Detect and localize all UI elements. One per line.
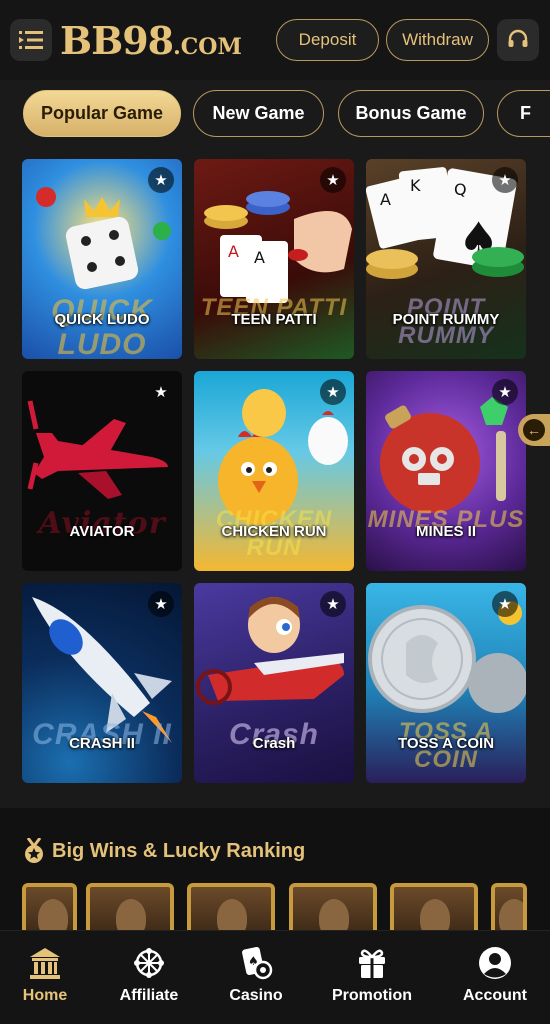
- arrow-left-icon: ←: [523, 419, 545, 441]
- bank-icon: [30, 948, 60, 979]
- game-label: CHICKEN RUN: [221, 523, 327, 540]
- nav-account[interactable]: Account: [462, 945, 528, 1005]
- ranking-thumbnail[interactable]: [491, 883, 527, 933]
- ranking-thumbnail[interactable]: [22, 883, 77, 933]
- nav-label: Home: [22, 987, 68, 1004]
- menu-button[interactable]: [10, 19, 52, 61]
- favorite-star-icon[interactable]: ★: [492, 167, 518, 193]
- side-collapse-tab[interactable]: ←: [518, 414, 550, 446]
- cards-chip-icon: ♠: [242, 946, 273, 980]
- game-card-teen-patti[interactable]: A A TEEN PATTI ★ TEEN PATTI: [194, 159, 354, 359]
- deposit-button[interactable]: Deposit: [276, 19, 379, 61]
- tab-bonus-game[interactable]: Bonus Game: [338, 90, 484, 137]
- tab-new-game[interactable]: New Game: [193, 90, 324, 137]
- withdraw-button[interactable]: Withdraw: [386, 19, 489, 61]
- svg-text:A: A: [228, 242, 239, 261]
- game-label: POINT RUMMY: [392, 311, 500, 328]
- favorite-star-icon[interactable]: ★: [492, 379, 518, 405]
- ranking-thumbnail[interactable]: [390, 883, 478, 933]
- favorite-star-icon[interactable]: ★: [148, 167, 174, 193]
- nav-home[interactable]: Home: [22, 945, 68, 1005]
- game-card-point-rummy[interactable]: A K Q ♠ POINT RUMMY ★ POINT RUMMY: [366, 159, 526, 359]
- network-icon: [134, 948, 164, 978]
- favorite-star-icon[interactable]: ★: [148, 379, 174, 405]
- logo-main: BB98: [60, 17, 174, 63]
- svg-text:K: K: [410, 176, 421, 195]
- svg-text:A: A: [380, 190, 391, 209]
- nav-casino[interactable]: ♠ Casino: [228, 945, 284, 1005]
- game-label: QUICK LUDO: [54, 311, 150, 328]
- brand-logo[interactable]: BB98 .COM: [60, 18, 242, 63]
- menu-icon: [19, 31, 43, 49]
- favorite-star-icon[interactable]: ★: [320, 379, 346, 405]
- ranking-thumbnail[interactable]: [289, 883, 377, 933]
- game-label: MINES II: [415, 523, 476, 540]
- ranking-title: Big Wins & Lucky Ranking: [52, 839, 306, 862]
- favorite-star-icon[interactable]: ★: [320, 167, 346, 193]
- user-icon: [479, 947, 511, 979]
- game-card-crash[interactable]: Crash ★ Crash: [194, 583, 354, 783]
- ranking-header: Big Wins & Lucky Ranking: [22, 838, 305, 864]
- favorite-star-icon[interactable]: ★: [320, 591, 346, 617]
- game-label: AVIATOR: [69, 523, 135, 540]
- game-label: TEEN PATTI: [231, 311, 317, 328]
- favorite-star-icon[interactable]: ★: [148, 591, 174, 617]
- app-header: BB98 .COM Deposit Withdraw: [0, 0, 550, 80]
- nav-label: Account: [463, 987, 527, 1004]
- game-card-toss-a-coin[interactable]: TOSS A COIN ★ TOSS A COIN: [366, 583, 526, 783]
- svg-text:A: A: [254, 248, 265, 267]
- favorite-star-icon[interactable]: ★: [492, 591, 518, 617]
- nav-promotion[interactable]: Promotion: [332, 945, 412, 1005]
- headset-icon: [508, 29, 528, 47]
- bottom-navigation: Home Affiliate ♠ Casino Promotion Accoun…: [0, 930, 550, 1024]
- game-card-mines-ii[interactable]: MINES PLUS ★ MINES II: [366, 371, 526, 571]
- game-label: Crash: [252, 735, 296, 752]
- ranking-thumbnail[interactable]: [86, 883, 174, 933]
- logo-suffix: .COM: [173, 33, 242, 60]
- nav-label: Promotion: [332, 987, 412, 1004]
- tab-popular-game[interactable]: Popular Game: [23, 90, 181, 137]
- nav-label: Casino: [229, 987, 283, 1004]
- game-card-quick-ludo[interactable]: QUICK LUDO ★ QUICK LUDO: [22, 159, 182, 359]
- ranking-thumbnail[interactable]: [187, 883, 275, 933]
- medal-icon: [25, 838, 43, 863]
- nav-label: Affiliate: [119, 987, 179, 1004]
- game-label: CRASH II: [69, 735, 135, 752]
- nav-affiliate[interactable]: Affiliate: [116, 945, 182, 1005]
- support-button[interactable]: [497, 19, 539, 61]
- tab-next[interactable]: F: [497, 90, 550, 137]
- game-card-chicken-run[interactable]: CHICKEN RUN ★ CHICKEN RUN: [194, 371, 354, 571]
- svg-text:Q: Q: [454, 180, 467, 199]
- gift-icon: [359, 949, 385, 978]
- game-card-crash-ii[interactable]: CRASH II ★ CRASH II: [22, 583, 182, 783]
- game-label: TOSS A COIN: [397, 735, 495, 752]
- game-card-aviator[interactable]: Aviator ★ AVIATOR: [22, 371, 182, 571]
- category-tabs: Popular Game New Game Bonus Game F: [23, 90, 550, 138]
